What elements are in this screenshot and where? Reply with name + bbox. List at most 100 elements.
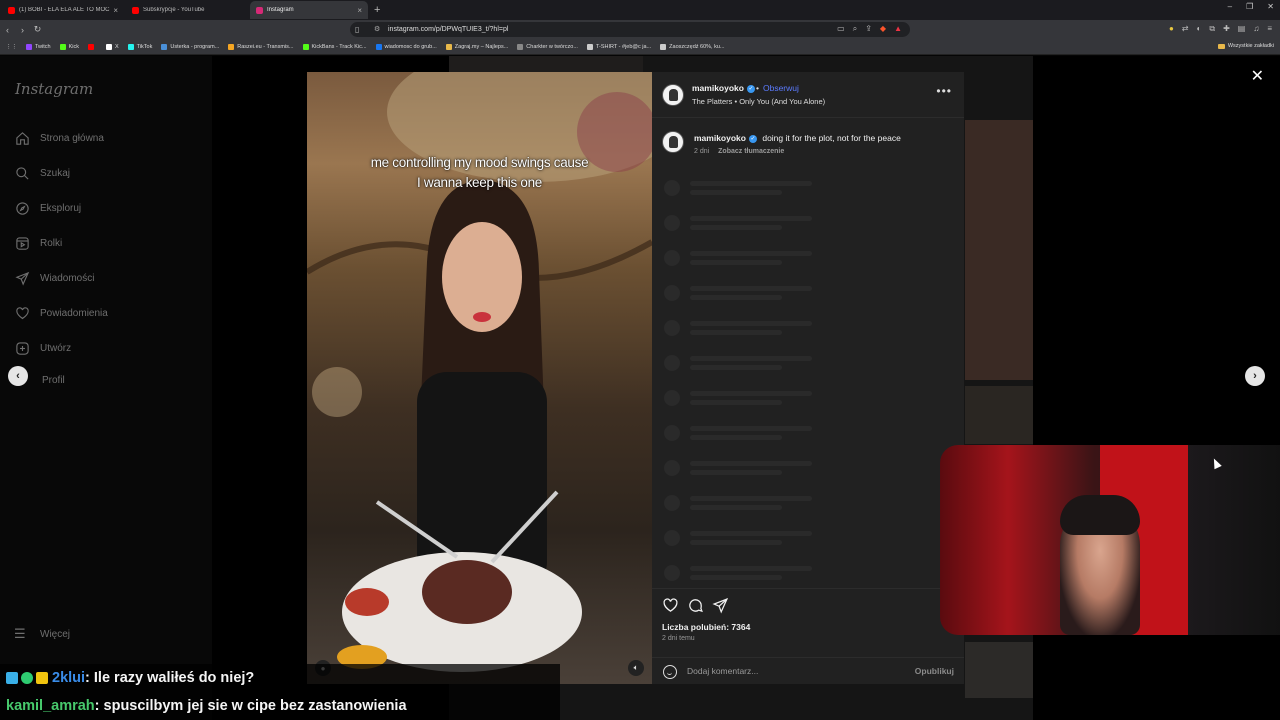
- tab-youtube-video[interactable]: (1) BOBI - ELA ELA ALE TO MOCNA ×: [2, 1, 124, 19]
- comment-skeleton: [664, 320, 812, 336]
- sidebar-item-more[interactable]: ☰ Więcej: [14, 626, 70, 642]
- site-icon: [586, 43, 593, 50]
- like-button[interactable]: [662, 597, 679, 614]
- post-header: mamikoyoko ✓ • Obserwuj The Platters • Onl…: [652, 72, 964, 118]
- maximize-icon[interactable]: ❐: [1246, 2, 1253, 11]
- verified-icon: ✓: [746, 84, 755, 93]
- alert-icon[interactable]: ▲: [894, 24, 902, 34]
- extension-icon[interactable]: ⧉: [1209, 24, 1215, 34]
- brave-shield-icon[interactable]: ◆: [880, 24, 886, 34]
- next-post-button[interactable]: ›: [1245, 366, 1265, 386]
- site-icon: [302, 43, 309, 50]
- chat-text: : spuscilbym jej sie w cipe bez zastanow…: [94, 698, 407, 714]
- tab-instagram[interactable]: Instagram ×: [250, 1, 368, 19]
- chat-message: 2klui: Ile razy waliłeś do niej?: [0, 664, 560, 692]
- back-icon[interactable]: ‹: [0, 25, 15, 35]
- zoom-icon[interactable]: ⌕: [853, 24, 857, 34]
- publish-button[interactable]: Opublikuj: [915, 666, 954, 676]
- see-translation-link[interactable]: Zobacz tłumaczenie: [718, 148, 784, 155]
- extension-icon[interactable]: ●: [1169, 24, 1174, 34]
- instagram-page: Instagram Strona główna Szukaj Eksploruj…: [0, 56, 1280, 720]
- sidebar-item-reels[interactable]: Rolki: [14, 235, 62, 251]
- comment-skeleton: [664, 215, 812, 231]
- close-modal-button[interactable]: ✕: [1251, 66, 1264, 86]
- avatar[interactable]: [662, 84, 684, 106]
- tab-title: Subskrypcje - YouTube: [143, 7, 205, 13]
- instagram-logo[interactable]: Instagram: [15, 80, 93, 98]
- new-tab-button[interactable]: +: [374, 4, 380, 16]
- youtube-icon: [87, 43, 94, 50]
- bookmark-item[interactable]: Twitch: [26, 43, 51, 50]
- cast-icon[interactable]: ▭: [837, 24, 845, 34]
- chevron-left-icon: ‹: [16, 370, 20, 382]
- close-tab-icon[interactable]: ×: [357, 6, 362, 15]
- heart-icon: [663, 598, 678, 612]
- comment-button[interactable]: [687, 597, 704, 614]
- sidebar-item-explore[interactable]: Eksploruj: [14, 200, 81, 216]
- all-bookmarks[interactable]: Wszystkie zakładki: [1217, 43, 1274, 49]
- previous-post-button[interactable]: ‹: [8, 366, 28, 386]
- forward-icon[interactable]: ›: [15, 25, 30, 35]
- media-icon[interactable]: ♫: [1253, 24, 1259, 34]
- address-bar[interactable]: ▯ ⚙ instagram.com/p/DPWqTUIE3_t/?hl=pl ▭…: [350, 22, 910, 37]
- sidebar-item-profile[interactable]: Profil: [42, 375, 65, 386]
- bookmark-item[interactable]: T-SHIRT - #jeb@c ja...: [586, 43, 651, 50]
- bookmark-item[interactable]: Kick: [59, 43, 79, 50]
- post-video[interactable]: me controlling my mood swings cause I wa…: [307, 72, 652, 684]
- post-author[interactable]: mamikoyoko ✓: [692, 83, 755, 93]
- close-tab-icon[interactable]: ×: [113, 6, 118, 15]
- extension-icon[interactable]: ◐: [1197, 24, 1202, 34]
- post-actions: Liczba polubień: 7364 2 dni temu Dodaj k…: [652, 588, 964, 684]
- browser-toolbar: ‹ › ↻ ▯ ⚙ instagram.com/p/DPWqTUIE3_t/?h…: [0, 20, 1280, 39]
- extension-icon[interactable]: ⇄: [1182, 24, 1189, 34]
- avatar[interactable]: [662, 131, 684, 153]
- sidebar-item-search[interactable]: Szukaj: [14, 165, 70, 181]
- bookmark-item[interactable]: Charkter w twórczo...: [517, 43, 578, 50]
- sidebar-item-create[interactable]: Utwórz: [14, 340, 71, 356]
- share-button[interactable]: [712, 597, 729, 614]
- sidebar-item-home[interactable]: Strona główna: [14, 130, 104, 146]
- bookmark-item[interactable]: wiadomosc do grub...: [375, 43, 437, 50]
- site-info-icon[interactable]: ⚙: [374, 25, 380, 33]
- chat-message: kamil_amrah: spuscilbym jej sie w cipe b…: [0, 692, 560, 720]
- music-link[interactable]: The Platters • Only You (And You Alone): [692, 97, 825, 106]
- mute-icon[interactable]: 🔈︎: [628, 660, 644, 676]
- close-window-icon[interactable]: ✕: [1267, 2, 1274, 11]
- feed-tile: [965, 120, 1033, 380]
- puzzle-icon[interactable]: ✚: [1223, 24, 1230, 34]
- bookmark-item[interactable]: [87, 43, 97, 50]
- youtube-icon: [8, 6, 15, 14]
- bookmark-item[interactable]: X: [105, 43, 119, 50]
- minimize-icon[interactable]: –: [1228, 2, 1232, 11]
- tab-youtube-subs[interactable]: Subskrypcje - YouTube: [126, 1, 248, 19]
- comment-input[interactable]: Dodaj komentarz...: [687, 666, 758, 676]
- chat-badges: [6, 672, 48, 685]
- messenger-icon: [375, 43, 382, 50]
- follow-button[interactable]: • Obserwuj: [756, 83, 799, 93]
- bookmark-icon[interactable]: ▯: [355, 25, 359, 34]
- caption-author[interactable]: mamikoyoko: [694, 133, 746, 143]
- bookmark-item[interactable]: TikTok: [127, 43, 152, 50]
- comment-bar: Dodaj komentarz... Opublikuj: [652, 657, 964, 685]
- sidebar-item-notifications[interactable]: Powiadomienia: [14, 305, 108, 321]
- bookmark-item[interactable]: Zaoszczędź 60%, ku...: [660, 43, 725, 50]
- sidebar-icon[interactable]: ▤: [1238, 24, 1246, 34]
- sidebar-item-messages[interactable]: Wiadomości: [14, 270, 94, 286]
- bookmark-item[interactable]: KickBans - Track Kic...: [302, 43, 367, 50]
- send-icon: [712, 597, 729, 614]
- comment-skeleton: [664, 285, 812, 301]
- apps-icon[interactable]: ⋮⋮: [6, 44, 17, 50]
- bookmarks-bar: ⋮⋮ Twitch Kick X TikTok Usterka - progra…: [0, 39, 1280, 55]
- caption-age: 2 dni: [694, 148, 710, 155]
- verified-icon: ✓: [748, 134, 757, 143]
- bookmark-item[interactable]: Raszei.eu - Transmis...: [228, 43, 294, 50]
- share-icon[interactable]: ⇪: [865, 24, 872, 34]
- emoji-icon[interactable]: [663, 665, 677, 679]
- bookmark-item[interactable]: Zagraj.my – Najleps...: [445, 43, 508, 50]
- bookmark-item[interactable]: Usterka - program...: [161, 43, 219, 50]
- menu-icon[interactable]: ≡: [1267, 24, 1272, 34]
- site-icon: [161, 43, 168, 50]
- likes-count[interactable]: Liczba polubień: 7364: [662, 622, 750, 632]
- more-options-button[interactable]: •••: [936, 84, 952, 98]
- reload-icon[interactable]: ↻: [30, 24, 45, 35]
